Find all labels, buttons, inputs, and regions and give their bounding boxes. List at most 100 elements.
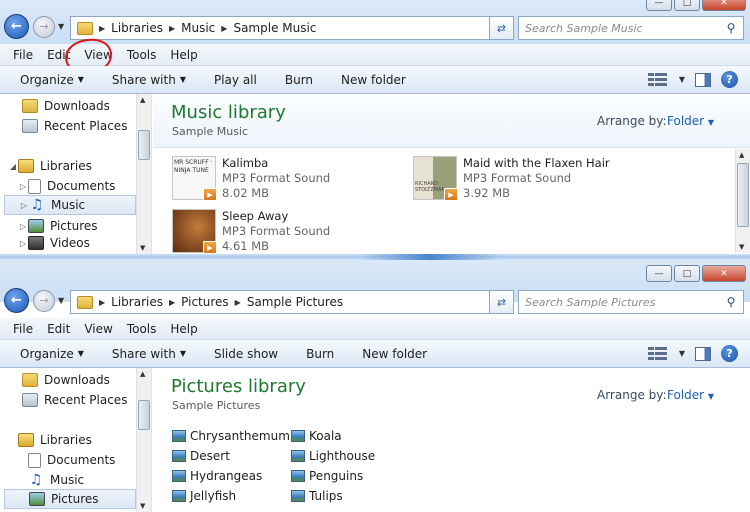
list-item[interactable]: Penguins xyxy=(291,467,363,485)
breadcrumb-sample-pictures[interactable]: Sample Pictures xyxy=(247,295,343,309)
new-folder-button[interactable]: New folder xyxy=(362,347,427,361)
arrange-by-dropdown[interactable]: Folder ▼ xyxy=(667,114,714,128)
list-item[interactable]: MR SCRUFF · NINJA TUNE ▶ Kalimba MP3 For… xyxy=(172,156,330,201)
list-item[interactable]: RICHARD STOLTZMAN ▶ Maid with the Flaxen… xyxy=(413,156,610,201)
menu-edit[interactable]: Edit xyxy=(40,322,77,336)
list-item[interactable]: ▶ Sleep Away MP3 Format Sound 4.61 MB xyxy=(172,209,330,254)
arrange-by-dropdown[interactable]: Folder ▼ xyxy=(667,388,714,402)
maximize-button[interactable]: □ xyxy=(674,0,700,11)
help-icon[interactable]: ? xyxy=(721,345,738,362)
breadcrumb-arrow-icon[interactable]: ▶ xyxy=(235,298,241,307)
list-item[interactable]: Hydrangeas xyxy=(172,467,262,485)
back-button[interactable]: ← xyxy=(4,14,29,39)
nav-item-recent-places[interactable]: Recent Places xyxy=(22,116,127,136)
breadcrumb-music[interactable]: Music xyxy=(181,21,215,35)
view-dropdown-icon[interactable]: ▼ xyxy=(679,75,685,84)
address-bar[interactable]: ▶ Libraries ▶ Music ▶ Sample Music xyxy=(70,16,490,40)
address-bar[interactable]: ▶ Libraries ▶ Pictures ▶ Sample Pictures xyxy=(70,290,490,314)
burn-button[interactable]: Burn xyxy=(285,73,313,87)
list-item[interactable]: Lighthouse xyxy=(291,447,375,465)
breadcrumb-sample-music[interactable]: Sample Music xyxy=(233,21,316,35)
minimize-button[interactable]: — xyxy=(646,265,672,282)
maximize-button[interactable]: □ xyxy=(674,265,700,282)
forward-button[interactable]: → xyxy=(33,15,55,38)
menu-view[interactable]: View xyxy=(77,322,119,336)
expand-arrow-icon[interactable]: ▷ xyxy=(18,239,28,248)
preview-pane-icon[interactable] xyxy=(695,346,711,361)
close-button[interactable]: ✕ xyxy=(702,0,746,11)
menu-file[interactable]: File xyxy=(6,322,40,336)
organize-button[interactable]: Organize ▼ xyxy=(20,347,84,361)
new-folder-button[interactable]: New folder xyxy=(341,73,406,87)
collapse-arrow-icon[interactable]: ◢ xyxy=(8,162,18,171)
search-box[interactable]: Search Sample Pictures ⚲ xyxy=(518,290,744,314)
nav-item-pictures[interactable]: Pictures xyxy=(4,489,136,509)
recent-pages-dropdown[interactable]: ▼ xyxy=(58,296,64,305)
organize-button[interactable]: Organize ▼ xyxy=(20,73,84,87)
scrollbar-thumb[interactable] xyxy=(138,130,150,160)
breadcrumb-libraries[interactable]: Libraries xyxy=(111,21,163,35)
minimize-button[interactable]: — xyxy=(646,0,672,11)
scroll-up-icon[interactable]: ▲ xyxy=(140,96,145,104)
nav-item-recent-places[interactable]: Recent Places xyxy=(22,390,127,410)
search-icon[interactable]: ⚲ xyxy=(719,295,743,309)
breadcrumb-arrow-icon[interactable]: ▶ xyxy=(99,298,105,307)
nav-item-libraries[interactable]: ◢ Libraries xyxy=(8,156,92,176)
help-icon[interactable]: ? xyxy=(721,71,738,88)
scrollbar-thumb[interactable] xyxy=(737,163,749,227)
list-item[interactable]: Koala xyxy=(291,427,342,445)
preview-pane-icon[interactable] xyxy=(695,72,711,87)
breadcrumb-arrow-icon[interactable]: ▶ xyxy=(221,24,227,33)
forward-button[interactable]: → xyxy=(33,289,55,312)
menu-file[interactable]: File xyxy=(6,48,40,62)
breadcrumb-arrow-icon[interactable]: ▶ xyxy=(169,298,175,307)
menu-help[interactable]: Help xyxy=(163,322,204,336)
scroll-down-icon[interactable]: ▼ xyxy=(140,244,145,252)
breadcrumb-arrow-icon[interactable]: ▶ xyxy=(169,24,175,33)
list-item[interactable]: Desert xyxy=(172,447,230,465)
nav-scrollbar[interactable]: ▲ ▼ xyxy=(136,94,151,254)
nav-item-libraries[interactable]: Libraries xyxy=(18,430,92,450)
scroll-down-icon[interactable]: ▼ xyxy=(739,243,744,251)
play-all-button[interactable]: Play all xyxy=(214,73,257,87)
nav-item-videos[interactable]: ▷ Videos xyxy=(18,236,90,250)
search-box[interactable]: Search Sample Music ⚲ xyxy=(518,16,744,40)
nav-item-music[interactable]: ▷ ♫ Music xyxy=(4,195,136,215)
search-icon[interactable]: ⚲ xyxy=(719,21,743,35)
nav-item-downloads[interactable]: Downloads xyxy=(22,370,110,390)
scroll-up-icon[interactable]: ▲ xyxy=(140,370,145,378)
view-dropdown-icon[interactable]: ▼ xyxy=(679,349,685,358)
scroll-up-icon[interactable]: ▲ xyxy=(739,151,744,159)
menu-tools[interactable]: Tools xyxy=(120,48,164,62)
refresh-button[interactable]: ⇄ xyxy=(490,290,514,314)
list-item[interactable]: Tulips xyxy=(291,487,343,505)
content-scrollbar[interactable]: ▲ ▼ xyxy=(735,149,750,253)
nav-item-music[interactable]: ♫ Music xyxy=(28,470,84,490)
share-with-button[interactable]: Share with ▼ xyxy=(112,73,186,87)
expand-arrow-icon[interactable]: ▷ xyxy=(19,201,29,210)
breadcrumb-arrow-icon[interactable]: ▶ xyxy=(99,24,105,33)
back-button[interactable]: ← xyxy=(4,288,29,313)
share-with-button[interactable]: Share with ▼ xyxy=(112,347,186,361)
list-item[interactable]: Jellyfish xyxy=(172,487,236,505)
menu-tools[interactable]: Tools xyxy=(120,322,164,336)
slide-show-button[interactable]: Slide show xyxy=(214,347,278,361)
expand-arrow-icon[interactable]: ▷ xyxy=(18,182,28,191)
close-button[interactable]: ✕ xyxy=(702,265,746,282)
nav-item-documents[interactable]: ▷ Documents xyxy=(18,176,115,196)
menu-help[interactable]: Help xyxy=(163,48,204,62)
refresh-button[interactable]: ⇄ xyxy=(490,16,514,40)
expand-arrow-icon[interactable]: ▷ xyxy=(18,222,28,231)
nav-item-downloads[interactable]: Downloads xyxy=(22,96,110,116)
scroll-down-icon[interactable]: ▼ xyxy=(140,502,145,510)
change-view-icon[interactable] xyxy=(647,72,667,87)
recent-pages-dropdown[interactable]: ▼ xyxy=(58,22,64,31)
scrollbar-thumb[interactable] xyxy=(138,400,150,430)
nav-item-documents[interactable]: Documents xyxy=(28,450,115,470)
burn-button[interactable]: Burn xyxy=(306,347,334,361)
nav-scrollbar[interactable]: ▲ ▼ xyxy=(136,368,151,512)
list-item[interactable]: Chrysanthemum xyxy=(172,427,290,445)
change-view-icon[interactable] xyxy=(647,346,667,361)
nav-item-pictures[interactable]: ▷ Pictures xyxy=(18,216,98,236)
breadcrumb-libraries[interactable]: Libraries xyxy=(111,295,163,309)
